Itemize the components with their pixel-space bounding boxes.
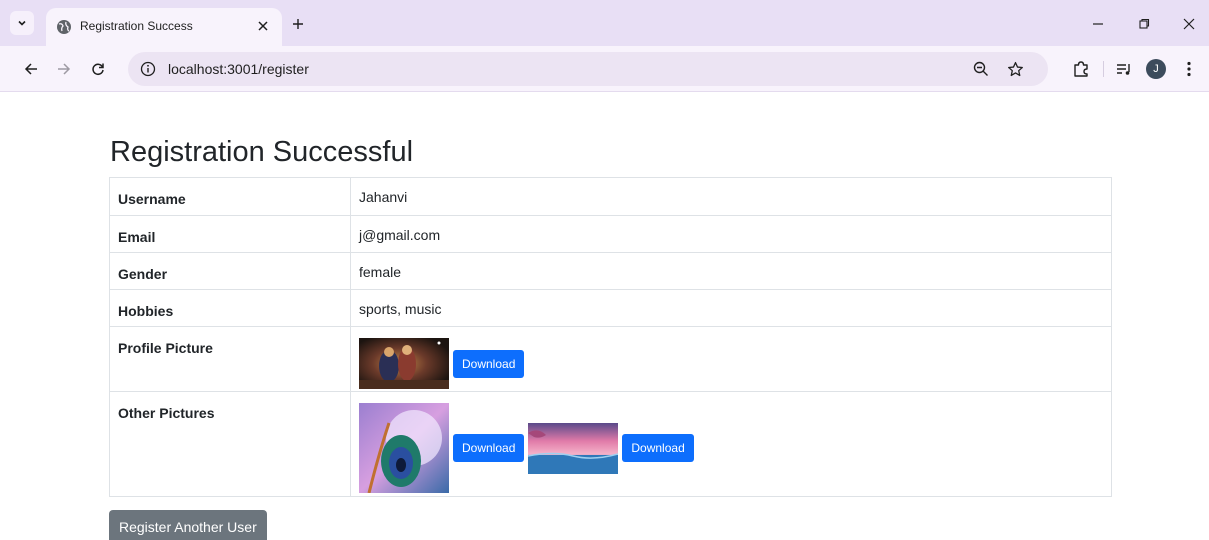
- tab-close-button[interactable]: [252, 15, 274, 37]
- row-label-gender: Gender: [109, 252, 351, 290]
- download-other-picture-1-button[interactable]: Download: [453, 434, 525, 462]
- plus-icon: [293, 19, 303, 29]
- profile-avatar[interactable]: J: [1146, 59, 1166, 79]
- extensions-button[interactable]: [1070, 58, 1092, 80]
- row-value-username: Jahanvi: [350, 177, 1112, 216]
- table-row: Profile Picture Download: [109, 326, 1112, 392]
- tab-title: Registration Success: [80, 19, 193, 33]
- row-label-email: Email: [109, 215, 351, 253]
- zoom-button[interactable]: [972, 60, 990, 78]
- table-row: Email j@gmail.com: [109, 215, 1112, 253]
- row-label-other-pictures: Other Pictures: [109, 391, 351, 497]
- other-pictures-cell: Download Download: [350, 391, 1112, 497]
- new-tab-button[interactable]: [288, 14, 308, 34]
- table-row: Username Jahanvi: [109, 177, 1112, 216]
- arrow-left-icon: [24, 63, 37, 75]
- back-button[interactable]: [20, 58, 42, 80]
- star-icon: [1007, 61, 1023, 76]
- page-title: Registration Successful: [110, 136, 414, 168]
- browser-tab-bar: Registration Success: [0, 0, 1209, 46]
- address-bar[interactable]: localhost:3001/register: [128, 52, 1048, 86]
- row-label-hobbies: Hobbies: [109, 289, 351, 327]
- toolbar-divider: [1103, 61, 1104, 77]
- restore-icon: [1139, 18, 1150, 29]
- more-vert-icon: [1187, 61, 1191, 77]
- row-value-gender: female: [350, 252, 1112, 290]
- chevron-down-icon: [18, 20, 26, 26]
- restore-button[interactable]: [1132, 12, 1156, 36]
- forward-button[interactable]: [53, 58, 75, 80]
- zoom-out-icon: [973, 61, 988, 76]
- table-row: Gender female: [109, 252, 1112, 290]
- globe-icon: [57, 20, 71, 34]
- minimize-button[interactable]: [1086, 12, 1110, 36]
- url-text[interactable]: localhost:3001/register: [168, 61, 309, 77]
- other-picture-thumbnail-2: [528, 422, 619, 474]
- registration-details-table: Username Jahanvi Email j@gmail.com Gende…: [109, 177, 1112, 497]
- reload-button[interactable]: [87, 58, 109, 80]
- other-picture-thumbnail-1: [359, 403, 449, 493]
- table-row: Other Pictures Download Download: [109, 391, 1112, 497]
- browser-toolbar: localhost:3001/register J: [0, 46, 1209, 92]
- download-profile-picture-button[interactable]: Download: [453, 349, 525, 378]
- profile-picture-thumbnail: [359, 338, 449, 389]
- row-value-email: j@gmail.com: [350, 215, 1112, 253]
- table-row: Hobbies sports, music: [109, 289, 1112, 327]
- info-icon[interactable]: [140, 61, 156, 77]
- reading-list-button[interactable]: [1113, 58, 1135, 80]
- row-value-hobbies: sports, music: [350, 289, 1112, 327]
- queue-music-icon: [1117, 64, 1130, 75]
- row-label-username: Username: [109, 177, 351, 216]
- tab-search-button[interactable]: [10, 11, 34, 35]
- download-other-picture-2-button[interactable]: Download: [622, 434, 694, 462]
- bookmark-button[interactable]: [1006, 60, 1024, 78]
- close-icon: [1183, 18, 1195, 30]
- row-label-profile-picture: Profile Picture: [109, 326, 351, 392]
- register-another-user-button[interactable]: Register Another User: [109, 510, 267, 540]
- window-close-button[interactable]: [1177, 12, 1201, 36]
- reload-icon: [92, 63, 104, 76]
- menu-button[interactable]: [1178, 58, 1200, 80]
- browser-tab-active[interactable]: Registration Success: [46, 8, 282, 46]
- profile-picture-cell: Download: [350, 326, 1112, 392]
- arrow-right-icon: [58, 63, 71, 75]
- puzzle-icon: [1074, 61, 1088, 77]
- close-icon: [258, 21, 268, 31]
- minimize-icon: [1093, 23, 1103, 25]
